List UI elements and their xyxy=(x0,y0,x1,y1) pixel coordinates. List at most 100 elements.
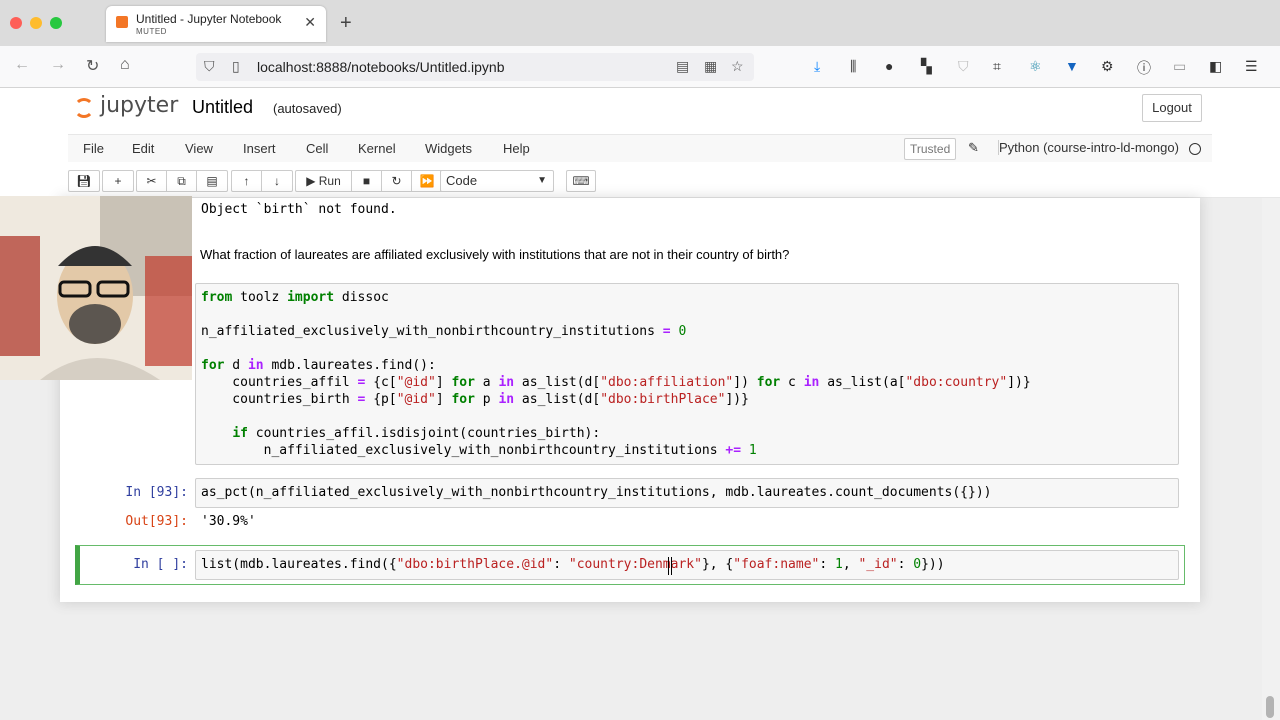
insert-cell-icon[interactable]: + xyxy=(103,171,133,191)
react-devtools-icon[interactable]: ⚛ xyxy=(1029,58,1042,75)
code-cell-93[interactable]: as_pct(n_affiliated_exclusively_with_non… xyxy=(195,478,1179,508)
logout-button[interactable]: Logout xyxy=(1142,94,1202,122)
bookmark-star-icon[interactable]: ☆ xyxy=(731,58,744,75)
browser-nav-bar: ← → ↻ ⌂ ⛉ ▯ localhost:8888/notebooks/Unt… xyxy=(0,46,1280,88)
menu-edit[interactable]: Edit xyxy=(132,141,154,156)
kernel-name[interactable]: Python (course-intro-ld-mongo) xyxy=(998,140,1179,155)
url-text[interactable]: localhost:8888/notebooks/Untitled.ipynb xyxy=(257,59,505,75)
sidebar-icon[interactable]: ◧ xyxy=(1209,58,1222,75)
chevron-down-icon: ▼ xyxy=(537,175,547,186)
shield-extension-icon[interactable]: ⛉ xyxy=(958,58,969,75)
document-extension-icon[interactable]: ▭ xyxy=(1173,58,1186,75)
code-line: countries_affil = {c["@id"] for a in as_… xyxy=(201,375,1031,390)
move-group: ↑ ↓ xyxy=(231,170,293,192)
code-line: countries_birth = {p["@id"] for p in as_… xyxy=(201,392,749,407)
code-line: n_affiliated_exclusively_with_nonbirthco… xyxy=(201,443,757,458)
jupyter-logo-text[interactable]: jupyter xyxy=(100,93,178,118)
kernel-idle-icon xyxy=(1189,143,1201,155)
run-button[interactable]: ▶ Run xyxy=(296,171,352,191)
vue-extension-icon[interactable]: ▼ xyxy=(1065,58,1079,74)
menu-file[interactable]: File xyxy=(83,141,104,156)
downloads-icon[interactable]: ⤓ xyxy=(814,58,820,75)
code-line: for d in mdb.laureates.find(): xyxy=(201,358,436,373)
output-value-93: '30.9%' xyxy=(201,514,256,529)
notebook-title[interactable]: Untitled xyxy=(192,97,253,118)
trusted-indicator[interactable]: Trusted xyxy=(904,138,957,160)
jupyter-favicon-icon xyxy=(116,16,128,28)
output-prompt-93: Out[93]: xyxy=(125,514,188,529)
restart-icon[interactable]: ↻ xyxy=(382,171,412,191)
extensions-grid-icon[interactable]: ▚ xyxy=(921,58,932,75)
reload-icon[interactable]: ↻ xyxy=(86,56,99,76)
home-icon[interactable]: ⌂ xyxy=(120,56,130,74)
back-icon[interactable]: ← xyxy=(14,56,30,74)
input-prompt-current: In [ ]: xyxy=(133,557,188,572)
tab-muted-label: MUTED xyxy=(136,27,167,36)
scrollbar-thumb[interactable] xyxy=(1266,696,1274,718)
code-line: list(mdb.laureates.find({"dbo:birthPlace… xyxy=(201,557,945,572)
jupyter-menubar: File Edit View Insert Cell Kernel Widget… xyxy=(0,134,1280,162)
menu-widgets[interactable]: Widgets xyxy=(425,141,472,156)
code-line: from toolz import dissoc xyxy=(201,290,389,305)
code-line: n_affiliated_exclusively_with_nonbirthco… xyxy=(201,324,687,339)
jupyter-header: jupyter Untitled (autosaved) Logout xyxy=(0,88,1280,134)
restart-run-all-icon[interactable]: ⏩ xyxy=(412,171,442,191)
save-icon[interactable]: 💾︎ xyxy=(69,171,99,191)
cell-type-select[interactable]: Code ▼ xyxy=(440,170,554,192)
browser-tab[interactable]: Untitled - Jupyter Notebook MUTED ✕ xyxy=(106,6,326,42)
menu-kernel[interactable]: Kernel xyxy=(358,141,396,156)
edit-pencil-icon[interactable]: ✎ xyxy=(968,140,979,156)
crop-icon[interactable]: ⌗ xyxy=(993,58,1001,75)
notebook-container: Object `birth` not found. What fraction … xyxy=(60,198,1200,602)
reader-view-icon[interactable]: ▤ xyxy=(676,58,689,75)
close-window-button[interactable] xyxy=(10,17,22,29)
move-down-icon[interactable]: ↓ xyxy=(262,171,292,191)
run-group: ▶ Run ■ ↻ ⏩ xyxy=(295,170,443,192)
hamburger-menu-icon[interactable]: ☰ xyxy=(1245,58,1258,75)
code-line: as_pct(n_affiliated_exclusively_with_non… xyxy=(201,485,992,500)
menu-help[interactable]: Help xyxy=(503,141,530,156)
info-extension-icon[interactable]: ⓘ xyxy=(1137,58,1151,78)
save-group: 💾︎ xyxy=(68,170,100,192)
page-scrollbar[interactable] xyxy=(1262,198,1280,720)
jupyter-logo-icon xyxy=(74,98,94,118)
run-label: Run xyxy=(318,174,341,188)
clipboard-group: ✂ ⧉ ▤ xyxy=(136,170,228,192)
new-tab-icon[interactable]: + xyxy=(340,12,352,35)
close-tab-icon[interactable]: ✕ xyxy=(304,14,316,31)
shield-icon[interactable]: ⛉ xyxy=(204,58,215,75)
jupyter-toolbar: 💾︎ + ✂ ⧉ ▤ ↑ ↓ ▶ Run ■ ↻ ⏩ Code ▼ ⌨ xyxy=(0,162,1280,198)
address-bar[interactable]: ⛉ ▯ localhost:8888/notebooks/Untitled.ip… xyxy=(196,53,754,81)
code-line: if countries_affil.isdisjoint(countries_… xyxy=(232,426,601,441)
input-prompt-93: In [93]: xyxy=(125,485,188,500)
paste-icon[interactable]: ▤ xyxy=(197,171,227,191)
menubar-inner: File Edit View Insert Cell Kernel Widget… xyxy=(68,134,1212,162)
browser-tab-bar: Untitled - Jupyter Notebook MUTED ✕ + xyxy=(0,0,1280,46)
menu-view[interactable]: View xyxy=(185,141,213,156)
forward-icon[interactable]: → xyxy=(50,56,66,74)
tab-title: Untitled - Jupyter Notebook xyxy=(136,12,282,26)
previous-output: Object `birth` not found. xyxy=(201,202,397,217)
extension-d-icon[interactable]: ● xyxy=(885,58,893,74)
maximize-window-button[interactable] xyxy=(50,17,62,29)
menu-cell[interactable]: Cell xyxy=(306,141,328,156)
keyboard-shortcuts-icon[interactable]: ⌨ xyxy=(566,170,596,192)
qr-code-icon[interactable]: ▦ xyxy=(704,58,717,75)
interrupt-icon[interactable]: ■ xyxy=(352,171,382,191)
cell-type-value: Code xyxy=(446,173,478,188)
move-up-icon[interactable]: ↑ xyxy=(232,171,262,191)
autosave-status: (autosaved) xyxy=(273,101,342,116)
menu-insert[interactable]: Insert xyxy=(243,141,276,156)
markdown-question[interactable]: What fraction of laureates are affiliate… xyxy=(200,247,789,262)
settings-extension-icon[interactable]: ⚙ xyxy=(1101,58,1114,75)
cut-icon[interactable]: ✂ xyxy=(137,171,167,191)
page-icon: ▯ xyxy=(232,58,240,74)
code-cell-input[interactable]: from toolz import dissoc n_affiliated_ex… xyxy=(195,283,1179,465)
insert-group: + xyxy=(102,170,134,192)
current-code-input[interactable]: list(mdb.laureates.find({"dbo:birthPlace… xyxy=(195,550,1179,580)
copy-icon[interactable]: ⧉ xyxy=(167,171,197,191)
text-cursor-icon xyxy=(668,557,672,575)
minimize-window-button[interactable] xyxy=(30,17,42,29)
library-icon[interactable]: ⫼ xyxy=(850,58,856,75)
webcam-overlay xyxy=(0,196,192,380)
